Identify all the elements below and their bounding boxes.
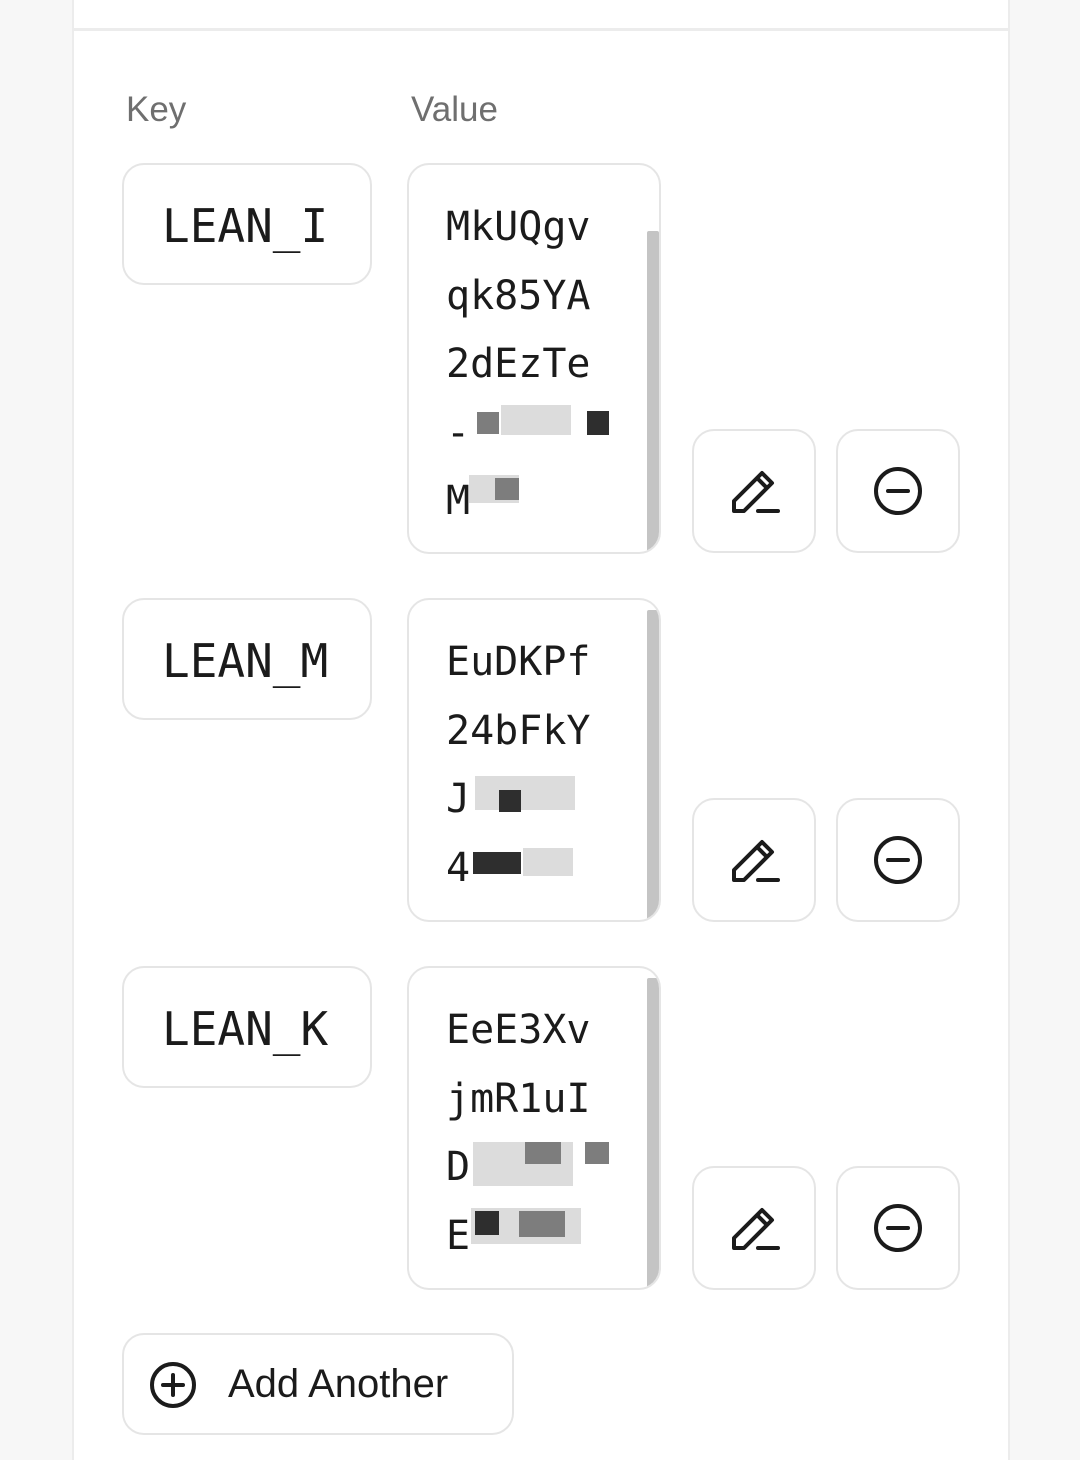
- key-input-value: LEAN_I: [162, 199, 329, 253]
- value-line: jmR1uI: [446, 1075, 591, 1122]
- redaction-mask: [473, 852, 521, 874]
- redaction-mask: [585, 1142, 609, 1164]
- minus-circle-icon: [874, 467, 922, 515]
- redaction-mask: [501, 405, 571, 435]
- key-input-value: LEAN_M: [162, 634, 329, 688]
- value-line: EeE3Xv: [446, 1007, 591, 1053]
- value-textarea[interactable]: EuDKPf 24bFkY J 4: [407, 598, 661, 922]
- edit-button[interactable]: [692, 429, 816, 553]
- edit-button[interactable]: [692, 1166, 816, 1290]
- edit-button[interactable]: [692, 798, 816, 922]
- redaction-mask: [477, 412, 499, 434]
- value-scrollbar[interactable]: [647, 610, 659, 920]
- pencil-icon: [732, 471, 780, 513]
- key-column-header: Key: [126, 90, 187, 129]
- remove-button[interactable]: [836, 429, 960, 553]
- minus-circle-icon: [874, 1204, 922, 1252]
- add-another-button[interactable]: Add Another: [122, 1333, 514, 1435]
- value-textarea[interactable]: MkUQgv qk85YA 2dEzTe - M: [407, 163, 661, 554]
- redaction-mask: [475, 1211, 499, 1235]
- redaction-mask: [475, 776, 575, 810]
- key-input[interactable]: LEAN_I: [122, 163, 372, 285]
- value-textarea[interactable]: EeE3Xv jmR1uI D E: [407, 966, 661, 1290]
- redaction-mask: [495, 478, 519, 500]
- minus-circle-icon: [874, 836, 922, 884]
- redaction-mask: [525, 1142, 561, 1164]
- redaction-mask: [587, 411, 609, 435]
- value-line: 2dEzTe: [446, 341, 591, 387]
- key-input-value: LEAN_K: [162, 1002, 329, 1056]
- env-vars-panel: Key Value LEAN_I MkUQgv qk85YA 2dEzTe - …: [72, 0, 1010, 1460]
- key-input[interactable]: LEAN_K: [122, 966, 372, 1088]
- pencil-icon: [732, 840, 780, 882]
- redaction-mask: [523, 848, 573, 876]
- key-input[interactable]: LEAN_M: [122, 598, 372, 720]
- add-another-label: Add Another: [228, 1362, 449, 1406]
- value-scrollbar[interactable]: [647, 231, 659, 552]
- value-scrollbar[interactable]: [647, 978, 659, 1288]
- value-line: 24bFkY: [446, 707, 591, 754]
- plus-circle-icon: [150, 1362, 196, 1408]
- section-divider: [74, 28, 1008, 31]
- value-line: EuDKPf: [446, 639, 591, 685]
- remove-button[interactable]: [836, 1166, 960, 1290]
- pencil-icon: [732, 1208, 780, 1250]
- remove-button[interactable]: [836, 798, 960, 922]
- redaction-mask: [519, 1211, 565, 1237]
- value-column-header: Value: [411, 90, 498, 129]
- value-line: qk85YA: [446, 272, 591, 319]
- redaction-mask: [499, 790, 521, 812]
- value-line: MkUQgv: [446, 204, 591, 250]
